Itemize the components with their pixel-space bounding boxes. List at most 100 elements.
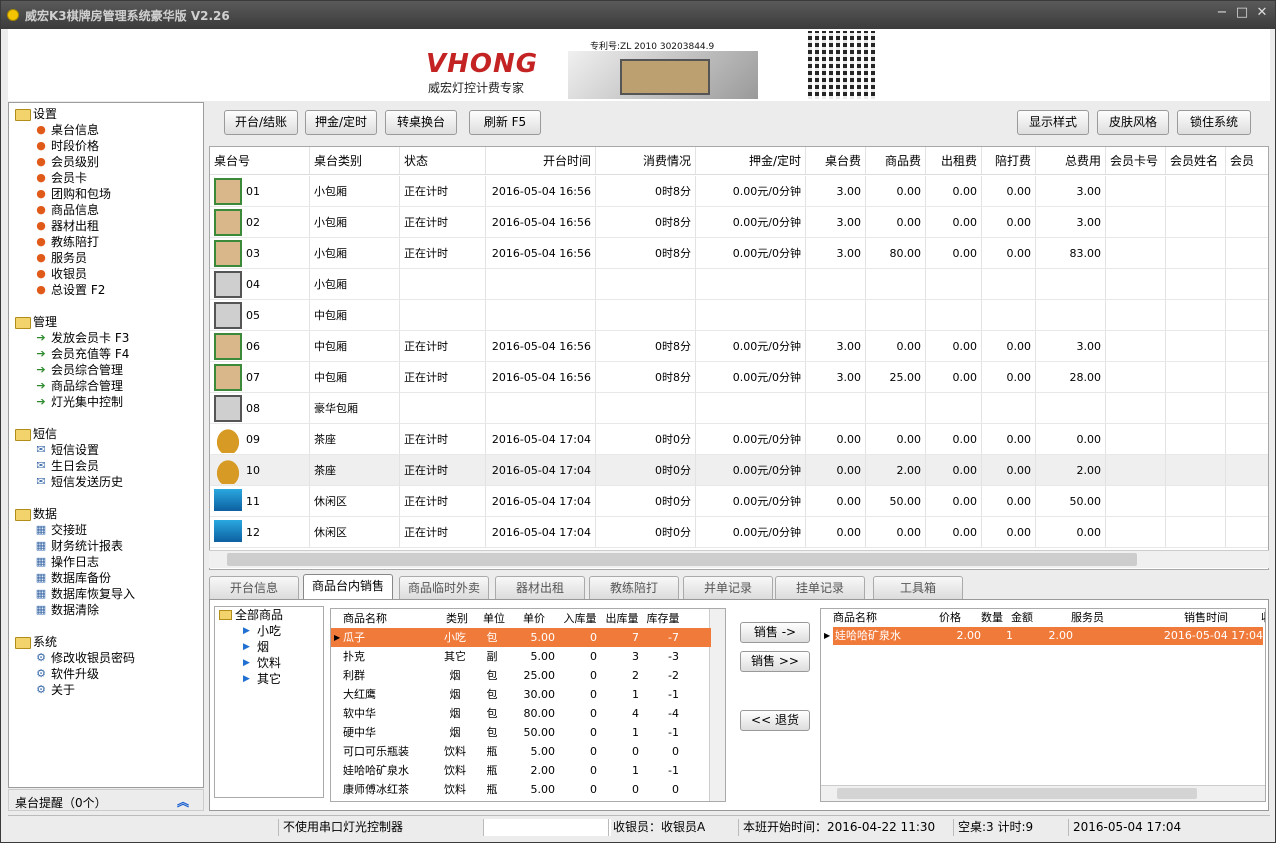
column-header[interactable]: 状态 [400,147,486,174]
product-row[interactable]: 娃哈哈矿泉水 饮料 瓶 2.00 0 1 -1 [331,761,711,780]
tab-1[interactable]: 商品台内销售 [303,574,393,599]
column-header[interactable]: 商品费 [866,147,926,174]
product-row[interactable]: 利群 烟 包 25.00 0 2 -2 [331,666,711,685]
product-row[interactable]: 康师傅冰红茶 饮料 瓶 5.00 0 0 0 [331,780,711,799]
return-button[interactable]: << 退货 [740,710,810,731]
table-row[interactable]: 12 休闲区 正在计时 2016-05-04 17:04 0时0分 0.00元/0分钟 0.… [210,517,1268,548]
tree-item[interactable]: ▶ 饮料 [215,655,323,671]
sidebar-item[interactable]: ✉ 生日会员 [13,458,123,474]
product-row[interactable]: 软中华 烟 包 80.00 0 4 -4 [331,704,711,723]
column-header[interactable]: 桌台类别 [310,147,400,174]
product-column-header[interactable]: 库存量 [643,609,683,628]
table-row[interactable]: 04 小包厢 [210,269,1268,300]
sidebar-item[interactable]: ✉ 短信设置 [13,442,123,458]
column-header[interactable]: 出租费 [926,147,982,174]
column-header[interactable]: 会员姓名 [1166,147,1226,174]
sidebar-item[interactable]: ● 器材出租 [13,218,111,234]
product-column-header[interactable]: 商品名称 [343,609,435,628]
sidebar-item[interactable]: ● 教练陪打 [13,234,111,250]
sidebar-item[interactable]: ▦ 财务统计报表 [13,538,135,554]
product-column-header[interactable]: 类别 [435,609,479,628]
sidebar-item[interactable]: ● 桌台信息 [13,122,111,138]
skin-style-button[interactable]: 皮肤风格 [1097,110,1169,135]
tab-2[interactable]: 商品临时外卖 [399,576,489,599]
column-header[interactable]: 消费情况 [596,147,696,174]
sidebar-group-title[interactable]: 短信 [13,426,123,442]
sidebar-item[interactable]: ⚙ 软件升级 [13,666,135,682]
sidebar-item[interactable]: ● 时段价格 [13,138,111,154]
sold-row[interactable]: 娃哈哈矿泉水 2.00 1 2.00 2016-05-04 17:04收 [833,627,1265,645]
sold-column-header[interactable]: 价格 [939,609,979,627]
column-header[interactable]: 会员卡号 [1106,147,1166,174]
transfer-table-button[interactable]: 转桌换台 [385,110,457,135]
column-header[interactable]: 陪打费 [982,147,1036,174]
table-row[interactable]: 06 中包厢 正在计时 2016-05-04 16:56 0时8分 0.00元/0分钟 3.… [210,331,1268,362]
display-style-button[interactable]: 显示样式 [1017,110,1089,135]
sidebar-item[interactable]: ➔ 灯光集中控制 [13,394,129,410]
sell-many-button[interactable]: 销售 >> [740,651,810,672]
sold-column-header[interactable]: 服务员 [1071,609,1151,627]
sold-column-header[interactable]: 商品名称 [833,609,923,627]
product-column-header[interactable]: 单位 [479,609,509,628]
sold-column-header[interactable]: 收 [1261,609,1265,627]
sold-column-header[interactable]: 数量 [981,609,1011,627]
sidebar-item[interactable]: ▦ 操作日志 [13,554,135,570]
column-header[interactable]: 押金/定时 [696,147,806,174]
product-row[interactable]: 扑克 其它 副 5.00 0 3 -3 [331,647,711,666]
table-row[interactable]: 09 茶座 正在计时 2016-05-04 17:04 0时0分 0.00元/0分钟 0.0… [210,424,1268,455]
product-column-header[interactable]: 出库量 [601,609,643,628]
sidebar-item[interactable]: ➔ 商品综合管理 [13,378,129,394]
sidebar-item[interactable]: ➔ 会员综合管理 [13,362,129,378]
table-row[interactable]: 07 中包厢 正在计时 2016-05-04 16:56 0时8分 0.00元/0分钟 3.… [210,362,1268,393]
column-header[interactable]: 桌台费 [806,147,866,174]
table-row[interactable]: 05 中包厢 [210,300,1268,331]
column-header[interactable]: 桌台号 [210,147,310,174]
open-close-button[interactable]: 开台/结账 [224,110,298,135]
product-row[interactable]: 大红鹰 烟 包 30.00 0 1 -1 [331,685,711,704]
sidebar-item[interactable]: ● 团购和包场 [13,186,111,202]
sell-one-button[interactable]: 销售 -> [740,622,810,643]
minimize-button[interactable]: − [1213,5,1231,20]
tab-5[interactable]: 并单记录 [683,576,773,599]
table-row[interactable]: 02 小包厢 正在计时 2016-05-04 16:56 0时8分 0.00元/0分钟 3.… [210,207,1268,238]
sidebar-group-title[interactable]: 设置 [13,106,111,122]
sidebar-item[interactable]: ✉ 短信发送历史 [13,474,123,490]
grid-horizontal-scrollbar[interactable] [209,550,1269,568]
tab-6[interactable]: 挂单记录 [775,576,865,599]
lock-system-button[interactable]: 锁住系统 [1177,110,1251,135]
product-row[interactable]: ▶ 瓜子 小吃 包 5.00 0 7 -7 [331,628,711,647]
table-row[interactable]: 03 小包厢 正在计时 2016-05-04 16:56 0时8分 0.00元/0分钟 3.… [210,238,1268,269]
close-button[interactable]: ✕ [1253,5,1271,20]
sidebar-item[interactable]: ● 收银员 [13,266,111,282]
tab-7[interactable]: 工具箱 [873,576,963,599]
tree-root[interactable]: 全部商品 [215,607,323,623]
maximize-button[interactable]: □ [1233,5,1251,20]
product-column-header[interactable]: 单价 [509,609,559,628]
deposit-timer-button[interactable]: 押金/定时 [305,110,377,135]
sidebar-group-title[interactable]: 数据 [13,506,135,522]
table-row[interactable]: 10 茶座 正在计时 2016-05-04 17:04 0时0分 0.00元/0分钟 0.0… [210,455,1268,486]
sidebar-item[interactable]: ▦ 数据库备份 [13,570,135,586]
sidebar-item[interactable]: ➔ 发放会员卡 F3 [13,330,129,346]
sidebar-item[interactable]: ● 会员级别 [13,154,111,170]
tree-item[interactable]: ▶ 烟 [215,639,323,655]
table-row[interactable]: 08 豪华包厢 [210,393,1268,424]
sidebar-item[interactable]: ▦ 数据清除 [13,602,135,618]
double-chevron-up-icon[interactable]: ︽ [177,793,189,810]
sidebar-item[interactable]: ● 商品信息 [13,202,111,218]
column-header[interactable]: 开台时间 [486,147,596,174]
sidebar-item[interactable]: ▦ 数据库恢复导入 [13,586,135,602]
sidebar-item[interactable]: ● 会员卡 [13,170,111,186]
sidebar-item[interactable]: ● 服务员 [13,250,111,266]
tree-item[interactable]: ▶ 其它 [215,671,323,687]
sold-column-header[interactable]: 销售时间 [1151,609,1261,627]
product-list-scrollbar[interactable] [709,609,725,801]
tab-3[interactable]: 器材出租 [495,576,585,599]
tab-0[interactable]: 开台信息 [209,576,299,599]
sidebar-item[interactable]: ● 总设置 F2 [13,282,111,298]
refresh-button[interactable]: 刷新 F5 [469,110,541,135]
table-row[interactable]: 01 小包厢 正在计时 2016-05-04 16:56 0时8分 0.00元/0分钟 3.… [210,176,1268,207]
tree-item[interactable]: ▶ 小吃 [215,623,323,639]
sold-column-header[interactable]: 金额 [1011,609,1071,627]
tab-4[interactable]: 教练陪打 [589,576,679,599]
